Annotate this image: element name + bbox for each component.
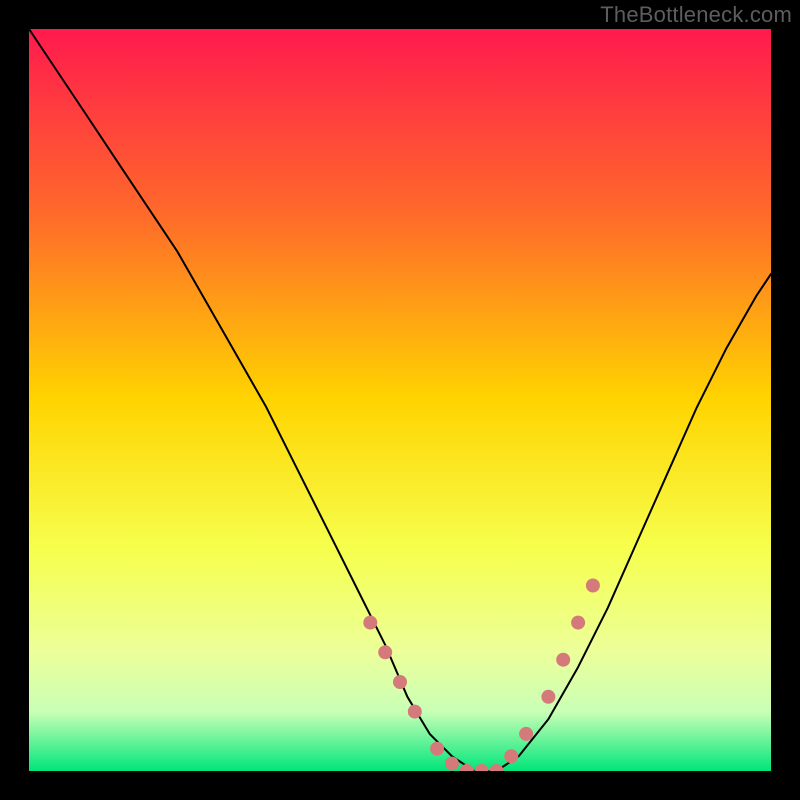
chart-background	[29, 29, 771, 771]
marker-point	[519, 727, 533, 741]
watermark-text: TheBottleneck.com	[600, 2, 792, 28]
marker-point	[541, 690, 555, 704]
marker-point	[556, 653, 570, 667]
marker-point	[393, 675, 407, 689]
marker-point	[571, 616, 585, 630]
marker-point	[378, 645, 392, 659]
marker-point	[363, 616, 377, 630]
marker-point	[586, 579, 600, 593]
marker-point	[445, 757, 459, 771]
bottleneck-chart	[29, 29, 771, 771]
chart-frame: TheBottleneck.com	[0, 0, 800, 800]
marker-point	[430, 742, 444, 756]
marker-point	[504, 749, 518, 763]
chart-svg	[29, 29, 771, 771]
marker-point	[408, 705, 422, 719]
